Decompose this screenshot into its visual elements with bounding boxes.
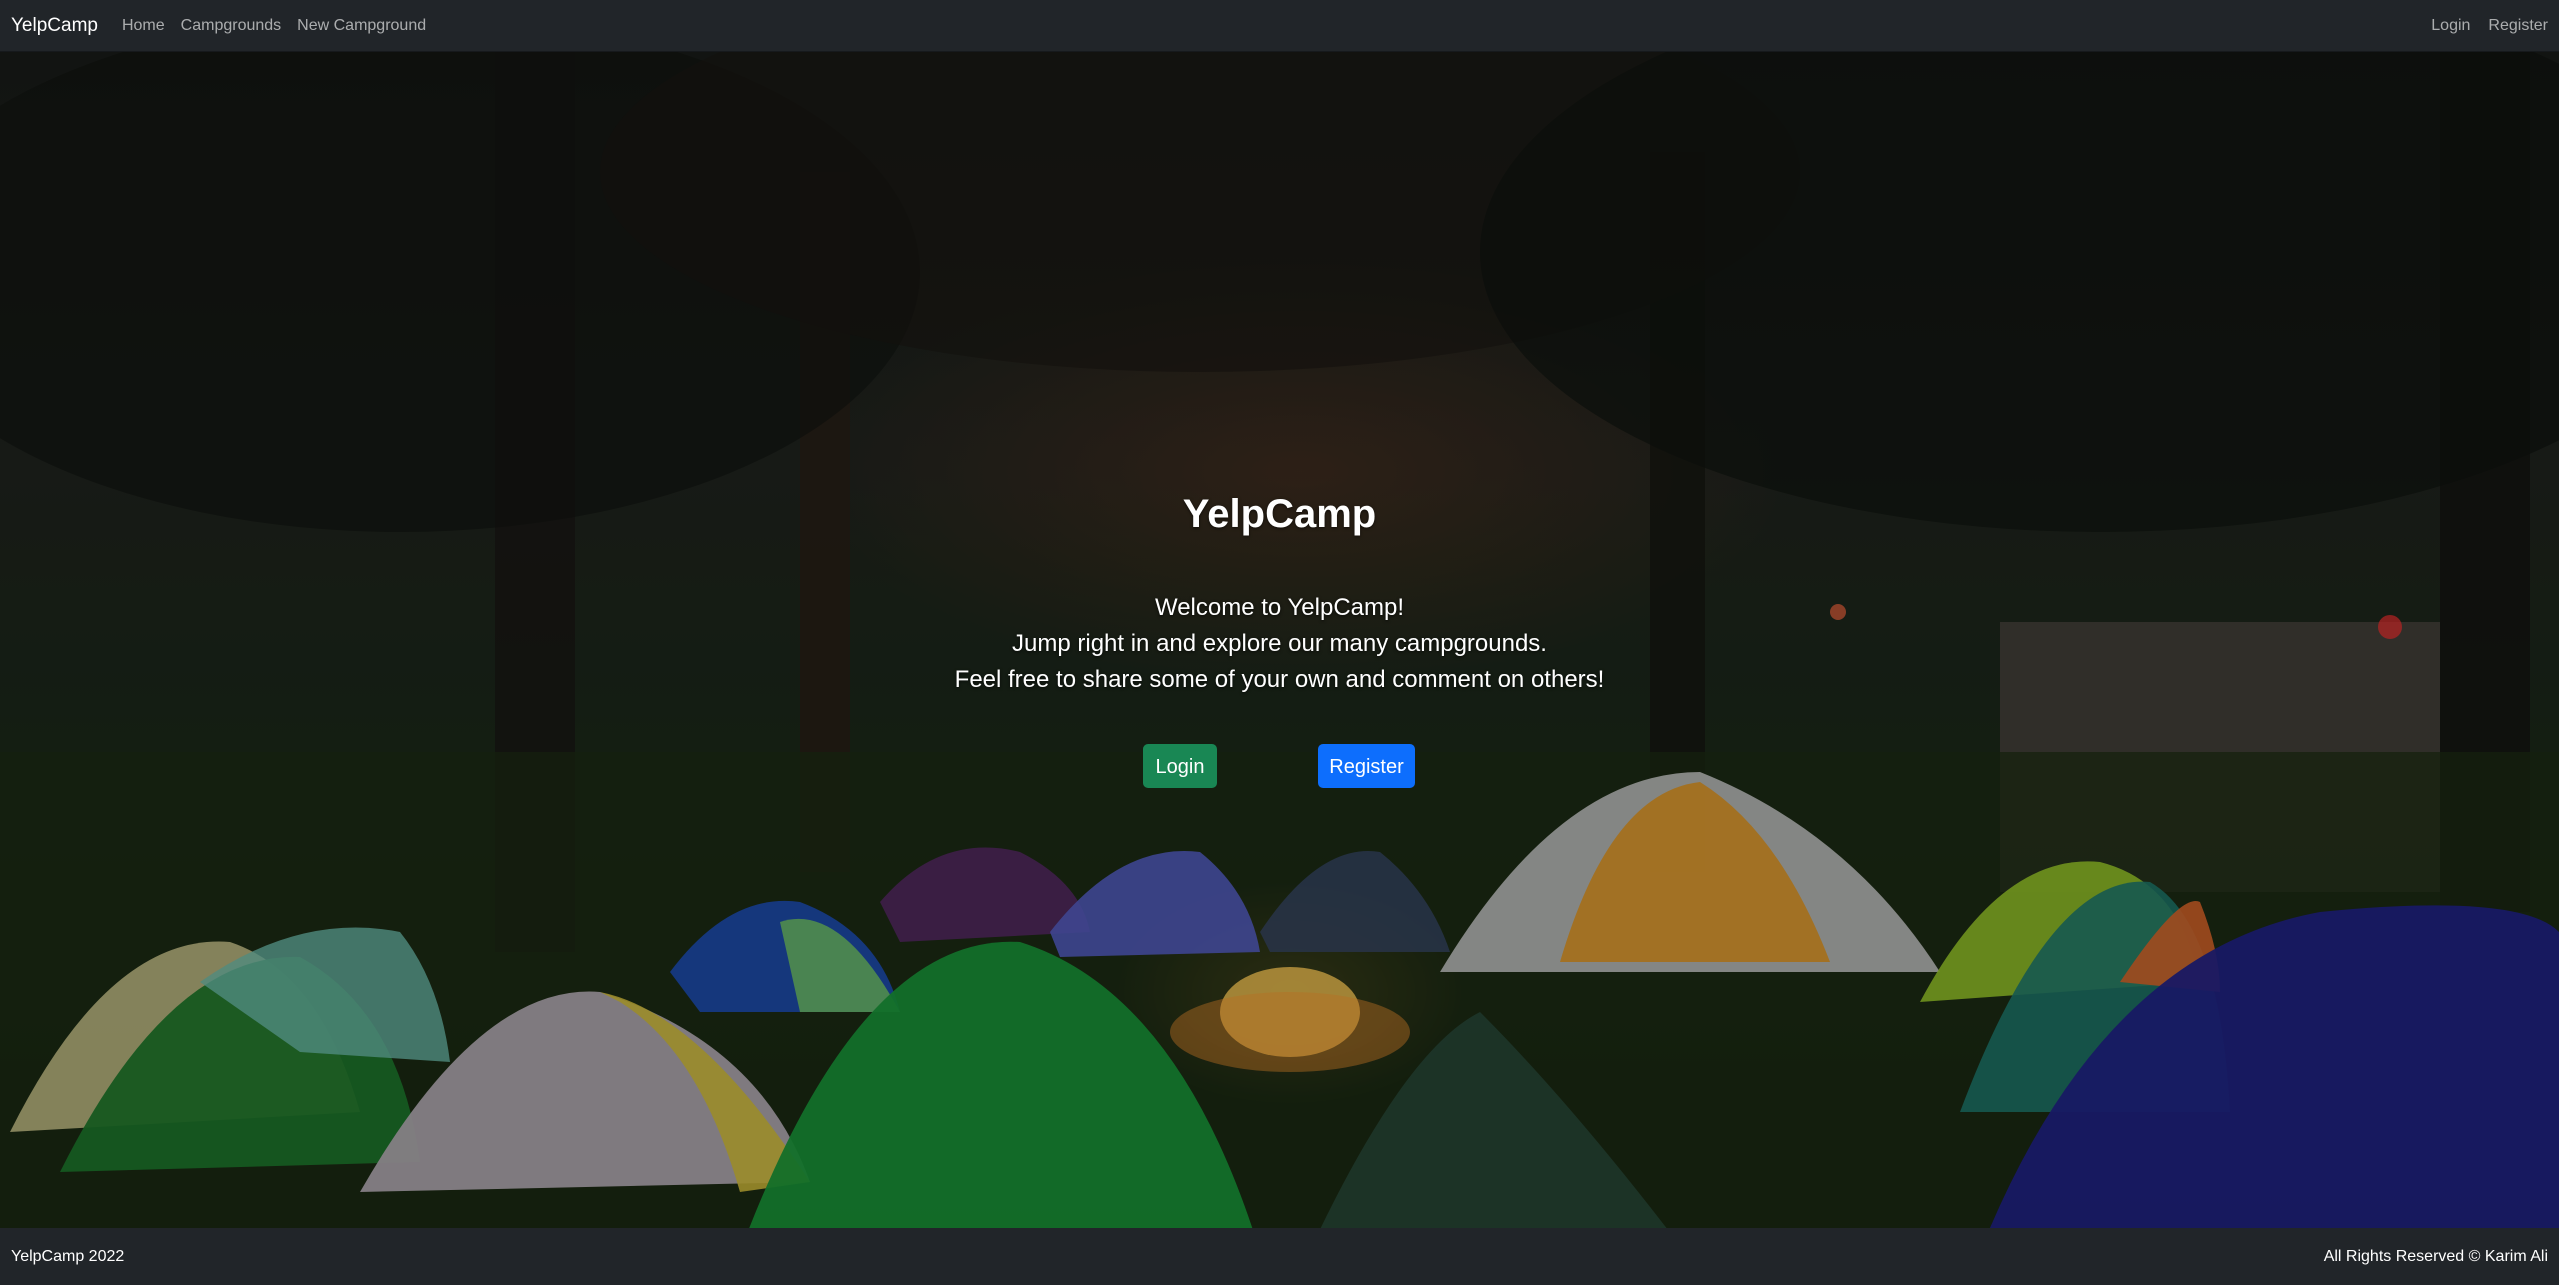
- nav-campgrounds-link[interactable]: Campgrounds: [181, 17, 282, 35]
- hero-title: YelpCamp: [1182, 492, 1377, 536]
- hero-line-share: Feel free to share some of your own and …: [954, 666, 1605, 693]
- nav-login-link[interactable]: Login: [2431, 17, 2470, 35]
- hero-line-explore: Jump right in and explore our many campg…: [1012, 630, 1547, 657]
- navbar: YelpCamp Home Campgrounds New Campground…: [0, 0, 2559, 52]
- nav-new-campground-link[interactable]: New Campground: [297, 17, 426, 35]
- hero-register-button[interactable]: Register: [1318, 744, 1415, 788]
- footer-copyright-year: YelpCamp 2022: [11, 1247, 125, 1265]
- nav-auth-links: Login Register: [2431, 17, 2548, 35]
- hero-section: YelpCamp Welcome to YelpCamp! Jump right…: [0, 52, 2559, 1228]
- hero-line-welcome: Welcome to YelpCamp!: [1154, 594, 1405, 621]
- nav-home-link[interactable]: Home: [122, 17, 165, 35]
- hero-login-button[interactable]: Login: [1143, 744, 1217, 788]
- hero-description: Welcome to YelpCamp! Jump right in and e…: [0, 590, 2559, 698]
- brand-link[interactable]: YelpCamp: [11, 15, 98, 37]
- nav-links: Home Campgrounds New Campground: [122, 17, 426, 35]
- nav-register-link[interactable]: Register: [2488, 17, 2548, 35]
- footer-rights-text: All Rights Reserved © Karim Ali: [2323, 1247, 2548, 1265]
- footer: YelpCamp 2022 All Rights Reserved © Kari…: [0, 1228, 2559, 1285]
